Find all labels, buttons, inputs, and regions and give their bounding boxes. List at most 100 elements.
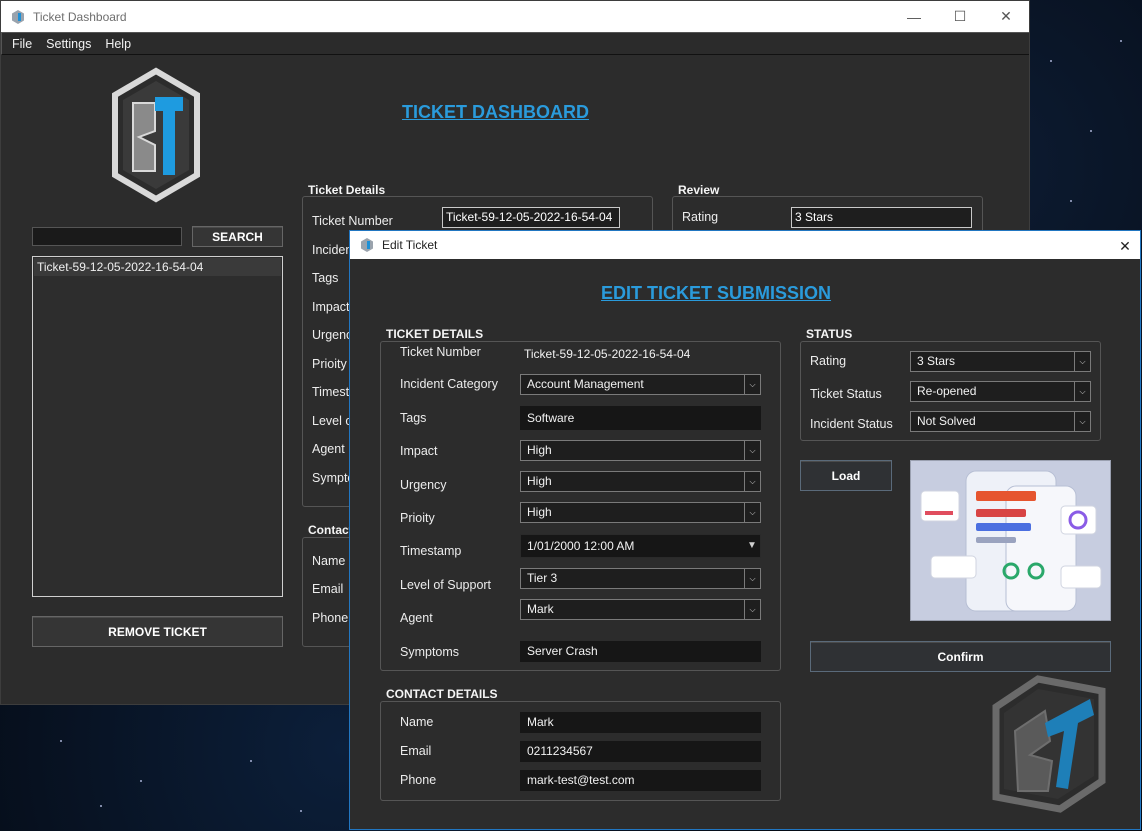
- label-phone: Phone: [400, 773, 437, 787]
- label-agent: Agent: [312, 442, 345, 456]
- incident-category-value: Account Management: [527, 377, 644, 391]
- chevron-down-icon[interactable]: ⌵: [744, 375, 760, 394]
- page-title: TICKET DASHBOARD: [402, 102, 589, 122]
- ticket-details-title: Ticket Details: [308, 183, 386, 197]
- menu-bar: File Settings Help: [1, 32, 1029, 55]
- chevron-down-icon[interactable]: ⌵: [1074, 352, 1090, 371]
- star: [60, 740, 62, 742]
- label-impact: Impact: [312, 300, 350, 314]
- agent-select[interactable]: Mark ⌵: [520, 599, 761, 620]
- label-name: Name: [400, 715, 434, 729]
- review-title: Review: [678, 183, 720, 197]
- ticket-number-value: Ticket-59-12-05-2022-16-54-04: [524, 347, 691, 361]
- timestamp-picker[interactable]: 1/01/2000 12:00 AM ▼: [520, 534, 761, 558]
- star: [250, 760, 252, 762]
- status-title: STATUS: [806, 327, 853, 341]
- label-ticket-number: Ticket Number: [400, 345, 481, 359]
- label-incident-status: Incident Status: [810, 417, 893, 431]
- label-email: Email: [400, 744, 432, 758]
- star: [100, 805, 102, 807]
- label-priority: Prioity: [400, 511, 435, 525]
- chevron-down-icon[interactable]: ▼: [744, 535, 760, 557]
- level-value: Tier 3: [527, 571, 558, 585]
- menu-settings[interactable]: Settings: [39, 37, 98, 51]
- chevron-down-icon[interactable]: ⌵: [744, 569, 760, 588]
- app-icon: [360, 238, 374, 252]
- phone-field[interactable]: mark-test@test.com: [520, 770, 761, 791]
- close-icon[interactable]: ✕: [983, 1, 1029, 32]
- menu-help[interactable]: Help: [98, 37, 138, 51]
- incident-category-select[interactable]: Account Management ⌵: [520, 374, 761, 395]
- label-incident: Inciden: [312, 243, 353, 257]
- label-impact: Impact: [400, 444, 438, 458]
- ticket-list[interactable]: Ticket-59-12-05-2022-16-54-04: [32, 256, 283, 597]
- agent-value: Mark: [527, 602, 554, 616]
- screenshot-preview-image: [910, 460, 1111, 621]
- timestamp-value: 1/01/2000 12:00 AM: [527, 539, 635, 553]
- urgency-value: High: [527, 474, 552, 488]
- chevron-down-icon[interactable]: ⌵: [744, 441, 760, 460]
- contact-details-title: CONTACT DETAILS: [386, 687, 498, 701]
- star: [140, 780, 142, 782]
- chevron-down-icon[interactable]: ⌵: [1074, 382, 1090, 401]
- label-agent: Agent: [400, 611, 433, 625]
- menu-file[interactable]: File: [5, 37, 39, 51]
- label-urgency: Urgenc: [312, 328, 353, 342]
- ticket-status-select[interactable]: Re-opened ⌵: [910, 381, 1091, 402]
- impact-select[interactable]: High ⌵: [520, 440, 761, 461]
- chevron-down-icon[interactable]: ⌵: [744, 503, 760, 522]
- name-field[interactable]: Mark: [520, 712, 761, 733]
- label-priority: Prioity: [312, 357, 347, 371]
- ticket-status-value: Re-opened: [917, 384, 977, 398]
- label-tags: Tags: [312, 271, 339, 285]
- window-title: Edit Ticket: [382, 238, 438, 252]
- close-icon[interactable]: ✕: [1110, 231, 1140, 262]
- star: [1070, 200, 1072, 202]
- search-button[interactable]: SEARCH: [192, 226, 283, 247]
- urgency-select[interactable]: High ⌵: [520, 471, 761, 492]
- chevron-down-icon[interactable]: ⌵: [744, 472, 760, 491]
- incident-status-select[interactable]: Not Solved ⌵: [910, 411, 1091, 432]
- level-of-support-select[interactable]: Tier 3 ⌵: [520, 568, 761, 589]
- ticket-details-title: TICKET DETAILS: [386, 327, 484, 341]
- incident-status-value: Not Solved: [917, 414, 976, 428]
- edit-ticket-window: Edit Ticket ✕ EDIT TICKET SUBMISSION TIC…: [349, 230, 1141, 830]
- titlebar[interactable]: Ticket Dashboard — ☐ ✕: [1, 1, 1029, 32]
- rating-field[interactable]: 3 Stars: [791, 207, 972, 228]
- email-field[interactable]: 0211234567: [520, 741, 761, 762]
- label-rating: Rating: [682, 210, 719, 224]
- edit-heading: EDIT TICKET SUBMISSION: [601, 283, 832, 303]
- list-item[interactable]: Ticket-59-12-05-2022-16-54-04: [34, 258, 281, 276]
- edit-titlebar[interactable]: Edit Ticket ✕: [350, 231, 1140, 259]
- label-phone: Phone: [312, 611, 349, 625]
- bt-logo: [112, 67, 200, 203]
- remove-ticket-button[interactable]: REMOVE TICKET: [32, 616, 283, 647]
- label-ticket-status: Ticket Status: [810, 387, 882, 401]
- ticket-number-field[interactable]: Ticket-59-12-05-2022-16-54-04: [442, 207, 620, 228]
- star: [1050, 60, 1052, 62]
- app-icon: [11, 9, 25, 24]
- maximize-icon[interactable]: ☐: [937, 1, 983, 32]
- load-button[interactable]: Load: [800, 460, 892, 491]
- rating-value: 3 Stars: [917, 354, 956, 368]
- label-symptoms: Symptoms: [400, 645, 460, 659]
- star: [1090, 130, 1092, 132]
- priority-value: High: [527, 505, 552, 519]
- label-rating: Rating: [810, 354, 847, 368]
- label-tags: Tags: [400, 411, 427, 425]
- label-email: Email: [312, 582, 344, 596]
- label-timestamp: Timestamp: [400, 544, 462, 558]
- rating-select[interactable]: 3 Stars ⌵: [910, 351, 1091, 372]
- contact-title: Contact: [308, 523, 353, 537]
- minimize-icon[interactable]: —: [891, 1, 937, 32]
- search-input[interactable]: [32, 227, 182, 246]
- priority-select[interactable]: High ⌵: [520, 502, 761, 523]
- star: [1120, 40, 1122, 42]
- chevron-down-icon[interactable]: ⌵: [744, 600, 760, 619]
- tags-field[interactable]: Software: [520, 406, 761, 430]
- bt-logo: [992, 675, 1106, 813]
- label-incident-category: Incident Category: [400, 377, 498, 391]
- confirm-button[interactable]: Confirm: [810, 641, 1111, 672]
- chevron-down-icon[interactable]: ⌵: [1074, 412, 1090, 431]
- symptoms-field[interactable]: Server Crash: [520, 641, 761, 662]
